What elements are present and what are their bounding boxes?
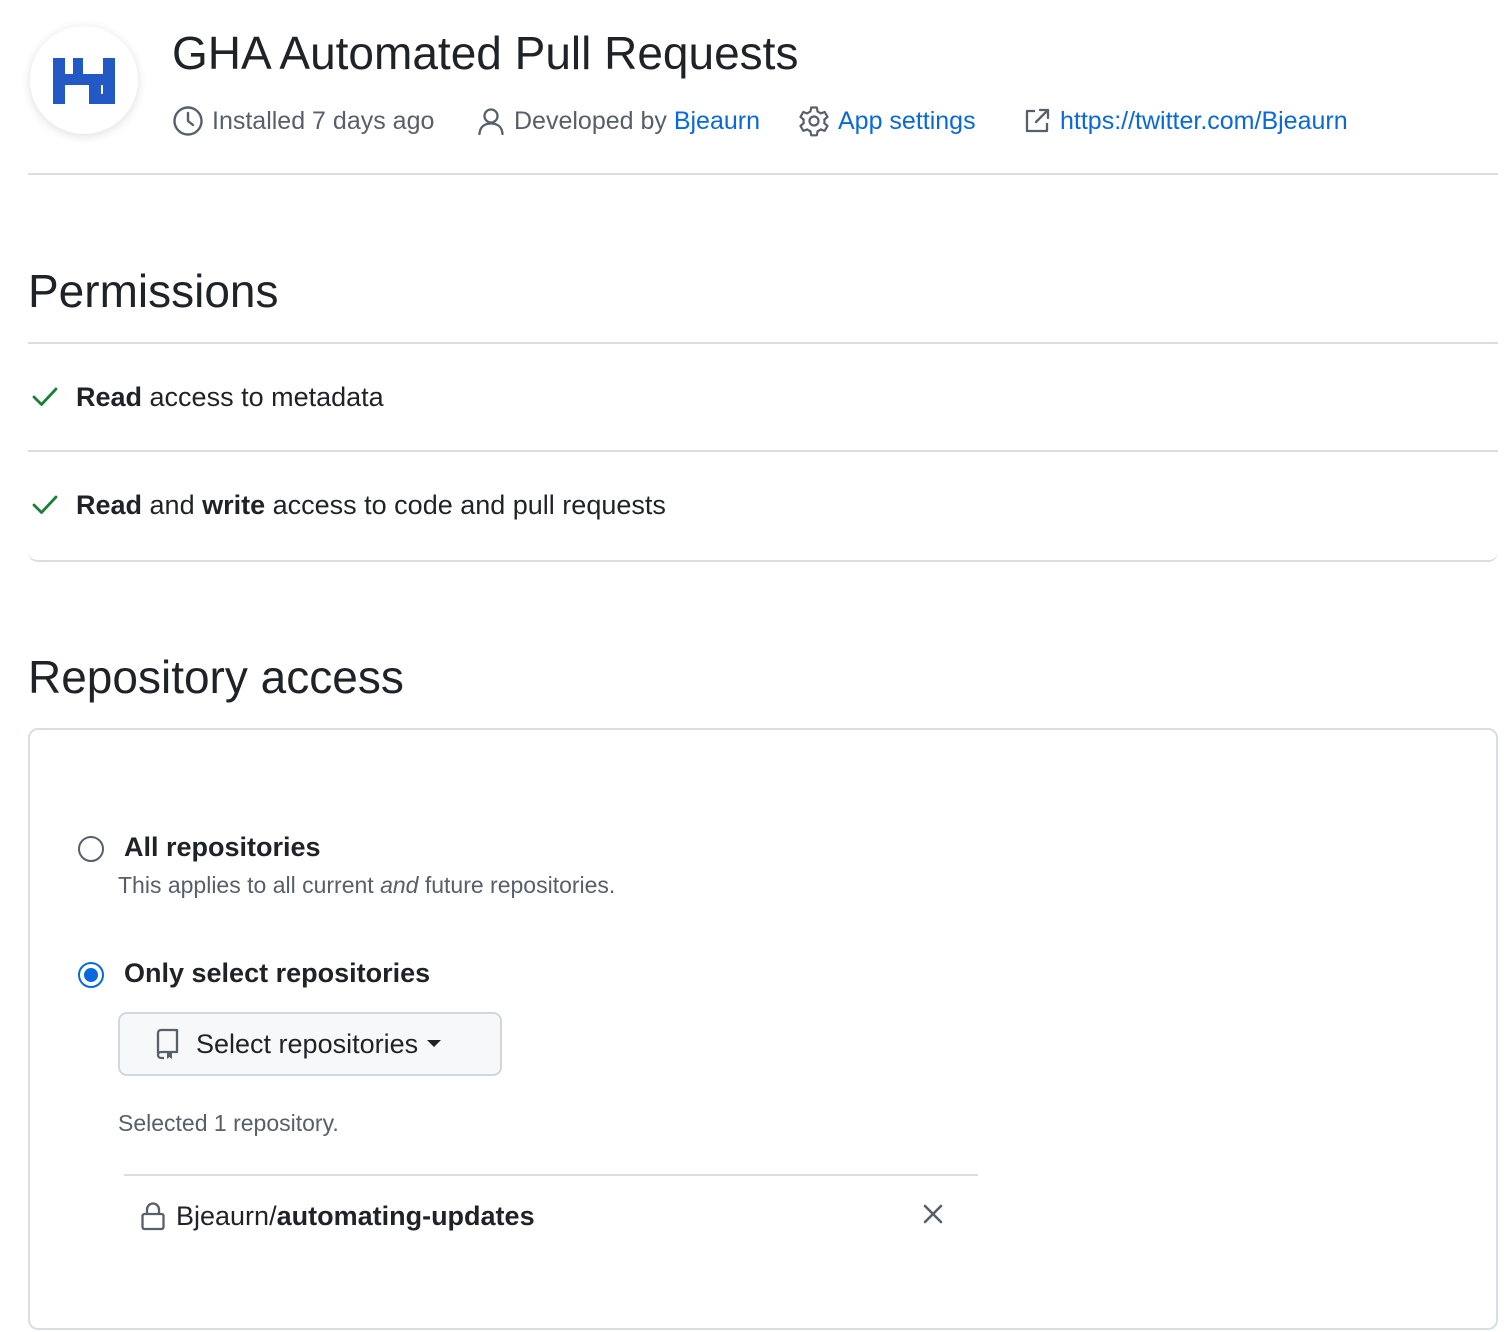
installed-text: Installed 7 days ago xyxy=(212,106,435,135)
permission-level: write xyxy=(202,489,266,520)
developer-link[interactable]: Bjeaurn xyxy=(674,107,760,136)
only-select-repositories-label[interactable]: Only select repositories xyxy=(124,958,430,989)
permission-level: Read xyxy=(76,381,143,412)
app-url[interactable]: https://twitter.com/Bjeaurn xyxy=(1022,101,1348,141)
permission-item: Read access to metadata xyxy=(28,344,1498,450)
all-repositories-label[interactable]: All repositories xyxy=(124,832,321,863)
select-repositories-button[interactable]: Select repositories xyxy=(118,1012,502,1076)
repository-access-box: All repositories This applies to all cur… xyxy=(28,728,1498,1330)
permission-scope: access to metadata xyxy=(142,381,384,412)
permissions-list: Read access to metadata Read and write a… xyxy=(28,342,1498,562)
repository-owner: Bjeaurn/ xyxy=(176,1200,277,1231)
lock-icon xyxy=(141,1202,165,1231)
permission-connector: and xyxy=(142,489,203,520)
repository-name: automating-updates xyxy=(276,1200,535,1231)
check-icon xyxy=(32,387,58,406)
app-header: GHA Automated Pull Requests Installed 7 … xyxy=(28,0,1498,175)
app-settings[interactable]: App settings xyxy=(798,101,976,141)
remove-repository-x-icon[interactable] xyxy=(922,1203,944,1225)
app-logo-icon xyxy=(53,58,115,104)
permission-item: Read and write access to code and pull r… xyxy=(28,452,1498,558)
app-avatar xyxy=(30,26,138,134)
all-repositories-description: This applies to all current and future r… xyxy=(118,872,615,899)
description-text: This applies to all current xyxy=(118,872,381,898)
developed-by-label: Developed by xyxy=(514,106,674,135)
person-icon xyxy=(478,108,504,136)
all-repositories-radio[interactable] xyxy=(78,836,104,862)
only-select-repositories-radio[interactable] xyxy=(78,962,104,988)
repo-icon xyxy=(156,1028,179,1060)
developer-info: Developed by Bjeaurn xyxy=(476,101,760,141)
permissions-heading: Permissions xyxy=(28,265,279,317)
clock-icon xyxy=(173,106,203,136)
description-emphasis: and xyxy=(380,872,419,898)
selected-count: Selected 1 repository. xyxy=(118,1110,339,1136)
app-url-link[interactable]: https://twitter.com/Bjeaurn xyxy=(1060,107,1348,136)
permission-level: Read xyxy=(76,489,143,520)
permission-text: Read and write access to code and pull r… xyxy=(76,490,666,521)
repository-access-heading: Repository access xyxy=(28,651,404,703)
permission-text: Read access to metadata xyxy=(76,382,384,413)
selected-repository-row: Bjeaurn/automating-updates xyxy=(124,1174,978,1256)
app-title: GHA Automated Pull Requests xyxy=(172,27,799,79)
installed-info: Installed 7 days ago xyxy=(172,101,434,141)
select-repositories-label: Select repositories xyxy=(196,1028,419,1059)
permission-scope: access to code and pull requests xyxy=(265,489,666,520)
check-icon xyxy=(32,495,58,514)
gear-icon xyxy=(799,106,829,137)
caret-down-icon xyxy=(427,1040,442,1047)
description-text: future repositories. xyxy=(418,872,616,898)
app-settings-link[interactable]: App settings xyxy=(838,107,976,136)
external-link-icon xyxy=(1025,108,1050,133)
